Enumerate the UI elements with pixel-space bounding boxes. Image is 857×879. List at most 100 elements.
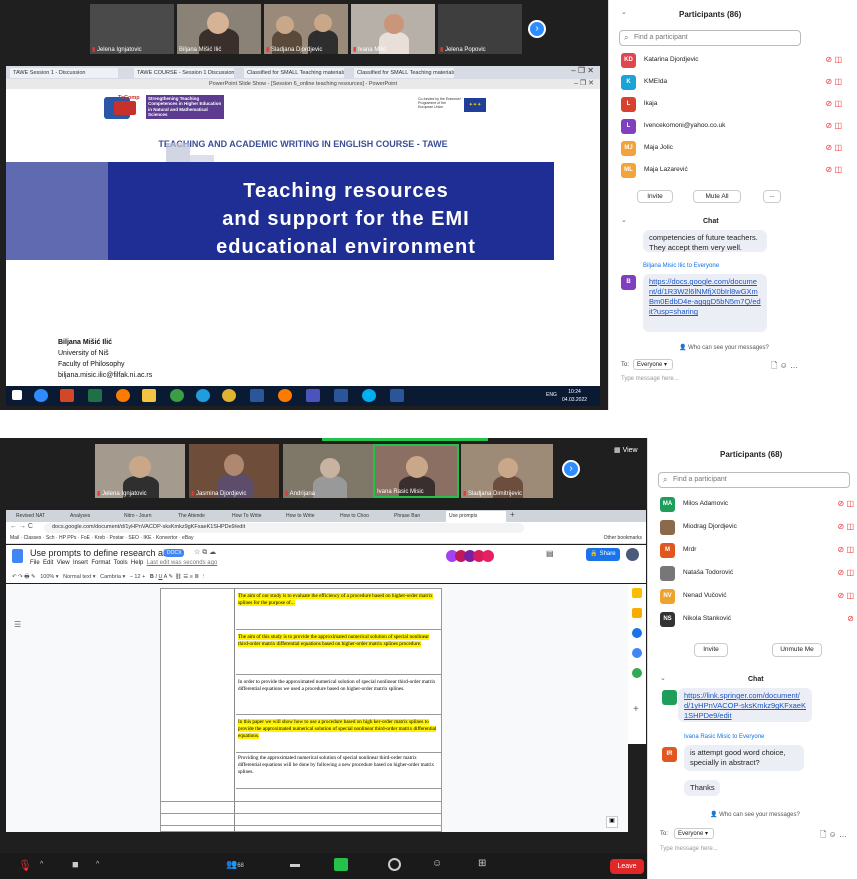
video-tile[interactable]: Ivana Rasic Misic [373,444,459,498]
powerpoint-icon[interactable] [60,389,74,402]
video-tile[interactable]: ▮ Jelena Ignjatovic [90,4,174,54]
url-input[interactable]: docs.google.com/document/d/1yHPnVACOP-sk… [44,523,524,533]
add-icon[interactable]: + [633,704,639,715]
undo-icon[interactable]: ↶ ↷ 🖶 ✎ [12,574,36,580]
browser-tab[interactable]: How To Write [230,512,282,521]
font-select[interactable]: Cambria [100,574,121,580]
collapse-icon[interactable]: ⌄ [621,8,627,16]
browser-tab[interactable]: TAWE Session 1 - Discussion [10,68,118,78]
collapse-icon[interactable]: ⌄ [660,674,666,682]
recipient-select[interactable]: Everyone ▾ [633,359,673,370]
browser-tab[interactable]: Phrase Ban [392,512,444,521]
contacts-icon[interactable] [632,648,642,658]
video-tile[interactable]: ▮ Ivana Milic [351,4,435,54]
keep-icon[interactable] [632,608,642,618]
firefox-icon[interactable] [278,389,292,402]
table-cell-paragraph[interactable]: The aim of our study is to evaluate the … [236,589,441,630]
comment-icon[interactable]: ▤ [546,549,554,558]
invite-button[interactable]: Invite [637,190,673,203]
style-select[interactable]: Normal text [63,574,91,580]
participant-row[interactable]: K KMEIda ⊘ ◫ [609,72,854,92]
chat-link[interactable]: https://link.springer.com/document/d/1yH… [684,691,806,720]
teams-icon[interactable] [306,389,320,402]
menu-insert[interactable]: Insert [73,560,88,566]
chat-input[interactable]: Type message here... [660,846,718,852]
reactions-icon[interactable]: ☺ [432,858,442,869]
participant-row[interactable]: KD Katarina Djordjevic ⊘ ◫ [609,50,854,70]
mute-all-button[interactable]: Mute All [693,190,741,203]
collapse-icon[interactable]: ⌄ [621,216,627,224]
docs-icon[interactable] [12,549,23,563]
word-icon[interactable] [250,389,264,402]
view-button[interactable]: ▦ View [614,446,638,454]
participant-search-input[interactable]: ⌕ Find a participant [658,472,850,488]
new-tab-icon[interactable]: + [510,510,515,519]
window-controls[interactable]: – ❐ ✕ [571,66,594,75]
participant-row[interactable]: Nataša Todorović ⊘ ◫ [648,563,857,583]
video-tile[interactable]: Biljana Mišić Ilić [177,4,261,54]
participant-row[interactable]: NS Nikola Stanković ⊘ [648,609,857,629]
bookmark[interactable]: IKE [143,535,151,541]
mute-icon[interactable]: 🎙 [18,859,32,872]
font-size-input[interactable]: 12 [134,574,140,580]
video-tile[interactable]: ▮ Andrijana [283,444,373,498]
table-cell-paragraph[interactable]: In order to provide the approximated num… [236,675,441,715]
tray-language[interactable]: ENG [546,392,557,398]
chat-icon[interactable]: ▬ [290,859,300,870]
browser-tab[interactable]: Nitro - Journ [122,512,174,521]
next-page-button[interactable]: › [562,460,580,478]
browser-tab-active[interactable]: Use prompts [446,511,506,522]
chevron-up-icon[interactable]: ^ [96,861,99,868]
menu-format[interactable]: Format [91,560,110,566]
file-icon[interactable]: 🗋 ☺ … [820,829,847,843]
browser-tab[interactable]: Classified for SMALL Teaching materials [244,68,344,78]
bookmark[interactable]: Postar [109,535,123,541]
video-tile[interactable]: ▮ Jelena Ignjatovic [95,444,185,498]
browser-tab[interactable]: Analyses [68,512,120,521]
star-icon[interactable]: ☆ ⧉ ☁ [194,548,216,557]
chat-link-message[interactable]: https://link.springer.com/document/d/1yH… [678,688,812,722]
who-can-see-link[interactable]: 👤 Who can see your messages? [710,811,800,818]
invite-button[interactable]: Invite [694,643,728,657]
app-icon[interactable] [334,389,348,402]
bookmark[interactable]: Other bookmarks [604,535,642,541]
windows-start-icon[interactable] [12,390,22,400]
bookmark[interactable]: Kreb [94,535,105,541]
participant-row[interactable]: L lkaja ⊘ ◫ [609,94,854,114]
share-screen-icon[interactable] [334,858,348,871]
zoom-select[interactable]: 100% [40,574,54,580]
browser-tab[interactable]: How to Choo [338,512,390,521]
bookmark[interactable]: HP PPs [59,535,76,541]
maps-icon[interactable] [632,668,642,678]
next-page-button[interactable]: › [528,20,546,38]
browser-tab[interactable]: Classified for SMALL Teaching materials [354,68,454,78]
bookmark[interactable]: Konvertor [156,535,178,541]
file-icon[interactable]: 🗋 ☺ … [771,360,798,374]
video-tile[interactable]: ▮ Sladjana Dimitrijevic [461,444,553,498]
calendar-icon[interactable] [632,588,642,598]
video-icon[interactable]: ■ [72,859,79,871]
edge-icon[interactable] [196,389,210,402]
browser-tab[interactable]: How to Write [284,512,336,521]
outline-icon[interactable]: ☰ [14,620,21,629]
account-avatar[interactable] [626,548,639,561]
last-edit[interactable]: Last edit was seconds ago [147,560,218,566]
doc-title[interactable]: Use prompts to define research aims [30,548,177,558]
menu-tools[interactable]: Tools [114,560,128,566]
chat-link-message[interactable]: https://docs.google.com/document/d/1R3W2… [643,274,767,332]
nav-icons[interactable]: ← → C [10,523,33,530]
participant-row[interactable]: MJ Maja Jolic ⊘ ◫ [609,138,854,158]
firefox-icon[interactable] [116,389,130,402]
chat-input[interactable]: Type message here... [621,376,679,382]
window-controls[interactable]: – ❐ ✕ [574,79,594,89]
participant-row[interactable]: ML Maja Lazarević ⊘ ◫ [609,160,854,180]
menu-file[interactable]: File [30,560,40,566]
tasks-icon[interactable] [632,628,642,638]
participant-row[interactable]: MA Milos Adamovic ⊘ ◫ [648,494,857,514]
chevron-up-icon[interactable]: ^ [40,861,43,868]
chrome-icon[interactable] [222,389,236,402]
video-tile[interactable]: ▮ Jasmina Djordjevic [189,444,279,498]
recipient-select[interactable]: Everyone ▾ [674,828,714,839]
browser-tab[interactable]: TAWE COURSE - Session 1 Discussion [134,68,234,78]
bookmark[interactable]: Mail [10,535,19,541]
